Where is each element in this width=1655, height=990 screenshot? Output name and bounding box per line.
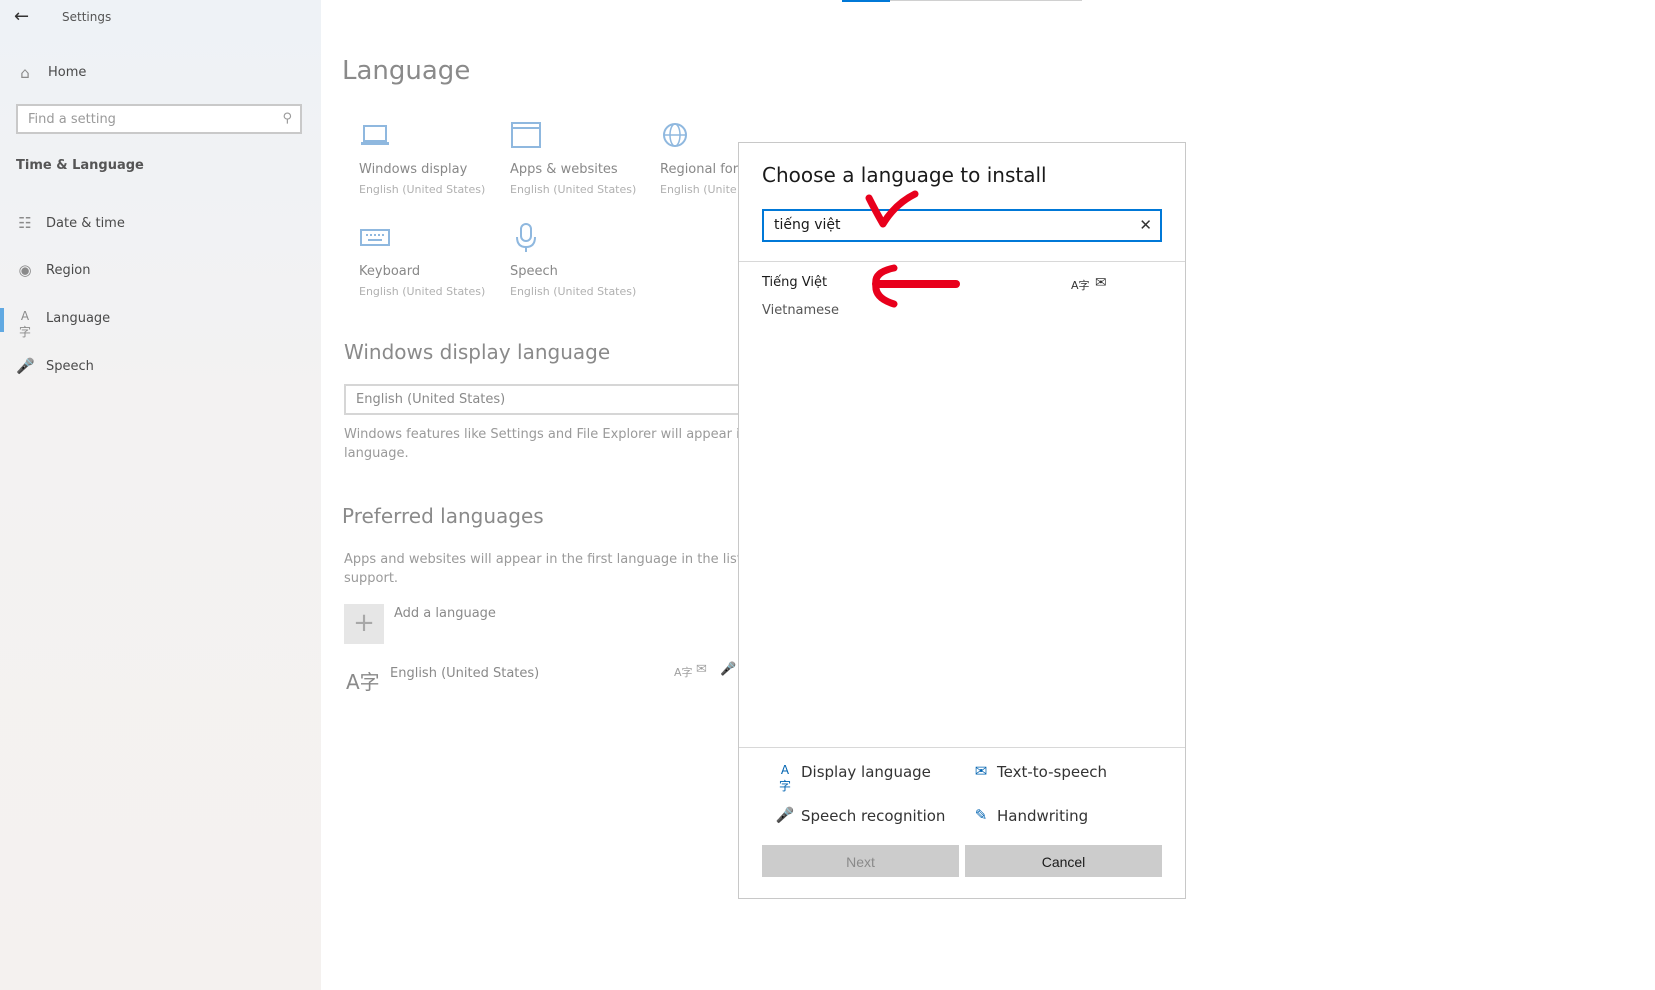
divider: [739, 747, 1185, 748]
legend-label: Speech recognition: [801, 807, 946, 825]
language-search-input[interactable]: tiếng việt ✕: [762, 209, 1162, 242]
sidebar: ← Settings ⌂ Home Find a setting ⚲ Time …: [0, 0, 321, 990]
microphone-icon: 🎤: [16, 357, 35, 375]
tile-speech[interactable]: Speech English (United States): [510, 222, 640, 302]
sidebar-item-label: Date & time: [46, 216, 125, 231]
description-line: Windows features like Settings and File …: [344, 427, 739, 442]
dialog-title: Choose a language to install: [762, 163, 1047, 187]
tile-subtitle: English (Unite: [660, 183, 737, 196]
tile-keyboard[interactable]: Keyboard English (United States): [359, 222, 489, 302]
microphone-icon: 🎤: [720, 662, 737, 677]
section-title: Time & Language: [16, 158, 144, 173]
divider: [739, 261, 1185, 262]
description-line: Apps and websites will appear in the fir…: [344, 552, 739, 567]
globe-icon: ◉: [18, 261, 32, 279]
tile-subtitle: English (United States): [359, 285, 486, 298]
page-title: Language: [342, 56, 471, 86]
language-english-name: Vietnamese: [762, 303, 839, 318]
tile-regional-format[interactable]: Regional for English (Unite: [660, 120, 738, 200]
sidebar-item-speech[interactable]: 🎤 Speech: [16, 357, 296, 377]
sidebar-item-label: Language: [46, 311, 111, 326]
annotation-checkmark: [865, 190, 919, 228]
close-icon[interactable]: ✕: [1139, 216, 1152, 234]
annotation-arrow: [872, 264, 960, 308]
sidebar-item-region[interactable]: ◉ Region: [16, 261, 296, 281]
add-language-label: Add a language: [394, 606, 496, 621]
find-setting-input[interactable]: Find a setting ⚲: [16, 104, 302, 134]
description-line: support.: [344, 571, 399, 586]
language-name: English (United States): [390, 666, 540, 681]
legend-label: Handwriting: [997, 807, 1089, 825]
display-language-description: Windows features like Settings and File …: [344, 425, 739, 463]
language-icon: A字: [346, 670, 380, 694]
tile-subtitle: English (United States): [359, 183, 486, 196]
window-title: Settings: [62, 10, 112, 24]
sidebar-item-label: Region: [46, 263, 91, 278]
window-icon: [511, 122, 541, 148]
preferred-language-item[interactable]: A字 English (United States) A字 ✉ 🎤: [344, 662, 739, 702]
language-result-item[interactable]: Tiếng Việt Vietnamese A字 ✉: [739, 265, 1185, 321]
display-language-selected: English (United States): [356, 392, 506, 407]
text-to-speech-icon: ✉: [1095, 275, 1107, 291]
language-native-name: Tiếng Việt: [762, 275, 828, 290]
laptop-icon: [361, 125, 389, 145]
display-language-heading: Windows display language: [344, 340, 611, 364]
handwriting-icon: ✎: [974, 806, 988, 824]
active-indicator: [0, 308, 4, 332]
text-to-speech-icon: ✉: [974, 762, 988, 780]
sidebar-item-label: Speech: [46, 359, 94, 374]
tile-title: Keyboard: [359, 264, 421, 279]
display-language-icon: A字: [1071, 279, 1090, 292]
text-to-speech-icon: ✉: [696, 662, 707, 677]
find-setting-placeholder: Find a setting: [28, 112, 116, 127]
choose-language-dialog: Choose a language to install tiếng việt …: [738, 142, 1186, 899]
globe-icon: [663, 123, 687, 147]
tile-title: Speech: [510, 264, 558, 279]
calendar-clock-icon: ☷: [18, 214, 32, 232]
tile-windows-display[interactable]: Windows display English (United States): [359, 120, 489, 200]
microphone-icon: [516, 223, 536, 252]
tile-subtitle: English (United States): [510, 285, 637, 298]
home-label: Home: [48, 65, 87, 80]
language-icon: A字: [18, 309, 31, 339]
display-language-icon: A字: [674, 666, 693, 679]
display-language-icon: A字: [778, 763, 791, 793]
top-tab-indicator-active: [842, 0, 890, 2]
tile-title: Windows display: [359, 162, 468, 177]
back-button[interactable]: ←: [14, 6, 29, 27]
search-icon: ⚲: [282, 111, 292, 126]
legend-label: Text-to-speech: [997, 763, 1108, 781]
next-button[interactable]: Next: [762, 845, 959, 877]
display-language-select[interactable]: English (United States): [344, 384, 744, 415]
plus-icon: +: [344, 604, 384, 644]
tile-title: Regional for: [660, 162, 738, 177]
preferred-languages-description: Apps and websites will appear in the fir…: [344, 550, 739, 588]
cancel-button[interactable]: Cancel: [965, 845, 1162, 877]
microphone-icon: 🎤: [775, 806, 795, 824]
home-icon: ⌂: [20, 64, 30, 82]
description-line: language.: [344, 446, 409, 461]
tile-subtitle: English (United States): [510, 183, 637, 196]
sidebar-item-date-time[interactable]: ☷ Date & time: [16, 214, 296, 234]
preferred-languages-heading: Preferred languages: [342, 504, 544, 528]
sidebar-item-language[interactable]: A字 Language: [16, 309, 296, 339]
keyboard-icon: [360, 229, 390, 246]
language-search-value: tiếng việt: [774, 217, 841, 233]
tile-apps-websites[interactable]: Apps & websites English (United States): [510, 120, 640, 200]
legend-label: Display language: [801, 763, 931, 781]
add-language-button[interactable]: + Add a language: [344, 604, 544, 644]
tile-title: Apps & websites: [510, 162, 618, 177]
